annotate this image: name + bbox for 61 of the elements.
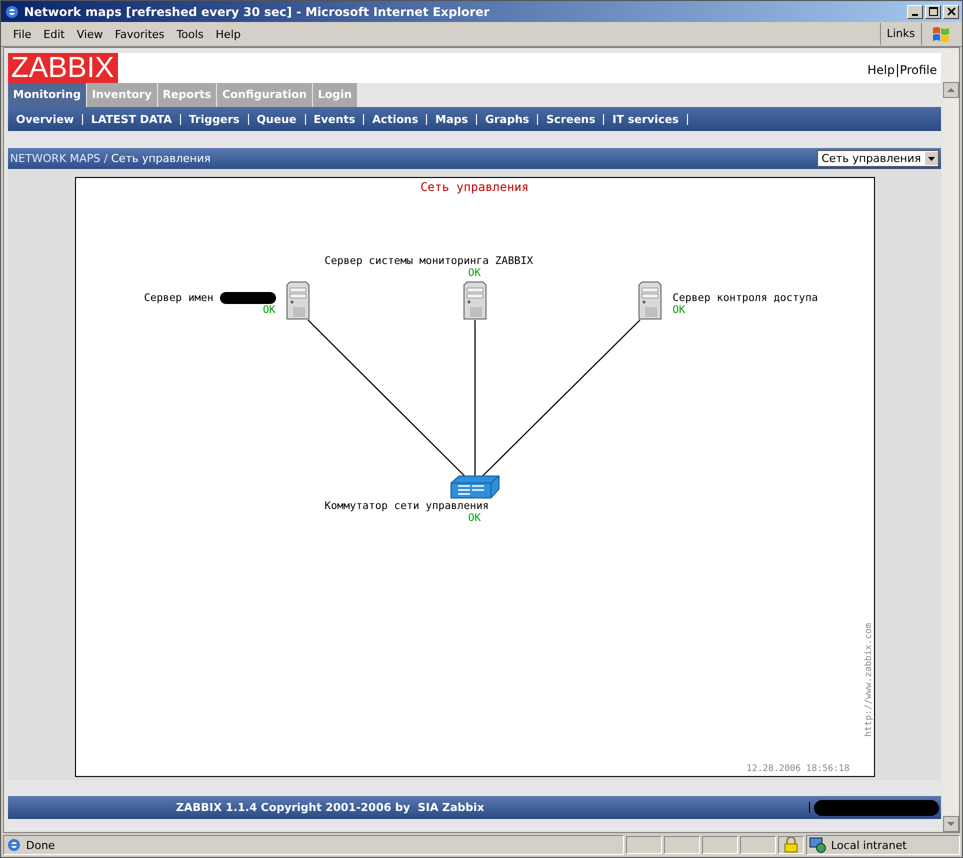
- submenu-link[interactable]: IT services: [609, 112, 682, 126]
- menu-item[interactable]: Tools: [170, 28, 210, 40]
- node-status: OK: [467, 267, 482, 279]
- submenu-link[interactable]: Graphs: [482, 112, 532, 126]
- minimize-icon: [912, 14, 918, 16]
- scroll-up-icon[interactable]: [943, 82, 959, 98]
- node-label: Сервер контроля доступа: [672, 292, 818, 304]
- switch-icon[interactable]: [450, 475, 500, 499]
- menu-item[interactable]: Favorites: [108, 28, 171, 40]
- menu-item[interactable]: Help: [210, 28, 247, 40]
- status-pane: [664, 836, 700, 854]
- node-status: OK: [672, 304, 686, 316]
- map-url: http://www.zabbix.com: [864, 623, 874, 737]
- scroll-down-icon[interactable]: [943, 816, 959, 832]
- zone-text: Local intranet: [831, 838, 907, 852]
- copyright-text: ZABBIX 1.1.4 Copyright 2001-2006 by SIA Zabbix: [176, 801, 484, 814]
- close-button[interactable]: [943, 4, 959, 18]
- submenu-link[interactable]: Overview: [13, 112, 77, 126]
- breadcrumb: NETWORK MAPS / Сеть управления: [10, 152, 211, 165]
- status-pane: [626, 836, 662, 854]
- submenu-link[interactable]: Events: [310, 112, 358, 126]
- maximize-icon: [928, 7, 938, 16]
- redaction-mark: [220, 292, 276, 304]
- logo: ZABBIX: [8, 53, 118, 83]
- node-status: OK: [467, 512, 482, 524]
- node-label: Сервер имен: [144, 292, 214, 304]
- map-timestamp: 12.28.2006 18:56:18: [746, 764, 850, 774]
- server-icon[interactable]: [462, 280, 486, 320]
- browser-logo-icon: [4, 4, 20, 20]
- menu-item[interactable]: View: [70, 28, 109, 40]
- submenu-link[interactable]: LATEST DATA: [88, 112, 175, 126]
- submenu-link[interactable]: Screens: [543, 112, 598, 126]
- close-icon: [946, 7, 956, 16]
- server-icon[interactable]: [286, 280, 310, 320]
- submenu-link[interactable]: Triggers: [186, 112, 243, 126]
- links-button[interactable]: Links: [880, 23, 922, 45]
- page-icon: [6, 837, 22, 853]
- status-text: Done: [26, 838, 55, 852]
- node-label: Коммутатор сети управления: [324, 500, 489, 512]
- map-select[interactable]: Сеть управления: [816, 150, 939, 167]
- submenu-link[interactable]: Maps: [432, 112, 472, 126]
- windows-flag-icon: [930, 24, 952, 44]
- menu-item[interactable]: Edit: [37, 28, 71, 40]
- scrollbar[interactable]: [943, 48, 959, 832]
- menu-item[interactable]: File: [7, 28, 38, 40]
- status-pane: [702, 836, 738, 854]
- maximize-button[interactable]: [925, 4, 941, 18]
- intranet-icon: [809, 837, 827, 853]
- node-label: Сервер системы мониторинга ZABBIX: [324, 255, 534, 267]
- nav-tab[interactable]: Monitoring: [8, 83, 86, 107]
- header-link[interactable]: Profile: [900, 63, 937, 77]
- status-pane: [740, 836, 776, 854]
- header-link[interactable]: Help: [867, 63, 895, 77]
- lock-icon: [784, 837, 798, 853]
- node-status: OK: [262, 304, 276, 316]
- server-icon[interactable]: [638, 280, 662, 320]
- map-title: Сеть управления: [419, 180, 530, 194]
- minimize-button[interactable]: [907, 4, 923, 18]
- submenu-link[interactable]: Queue: [254, 112, 300, 126]
- window-title: Network maps [refreshed every 30 sec] - Microsoft Internet Explorer: [24, 4, 490, 18]
- submenu-link[interactable]: Actions: [369, 112, 422, 126]
